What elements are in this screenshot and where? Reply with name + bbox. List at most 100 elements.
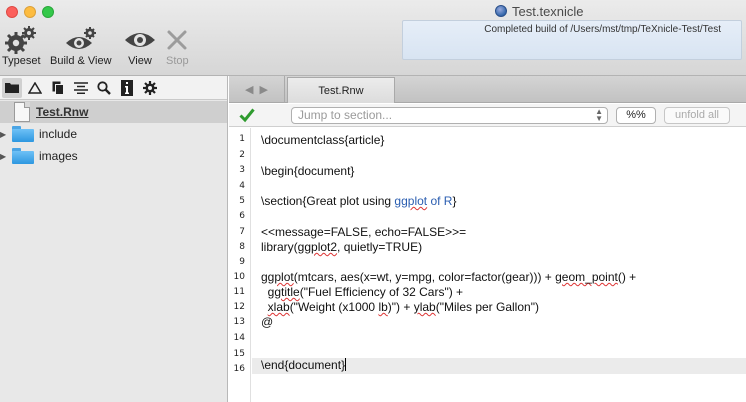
line-number: 6: [239, 211, 245, 221]
window-toolbar: Test.texnicle Completed build of /Users/…: [0, 0, 746, 76]
info-icon: [121, 79, 133, 96]
jump-to-section-select[interactable]: Jump to section... ▲ ▼: [291, 107, 608, 124]
code-text: <<message=FALSE, echo=FALSE>>=: [261, 225, 467, 239]
folder-icon: [12, 148, 34, 164]
line-number: 16: [233, 364, 245, 374]
stop-label: Stop: [166, 55, 189, 67]
tree-item-include[interactable]: ▶ include: [0, 123, 227, 145]
maximize-window-button[interactable]: [42, 6, 54, 18]
code-text: ("Weight (x1000: [289, 300, 379, 314]
typeset-button[interactable]: Typeset: [2, 25, 41, 67]
code-line-12: xlab("Weight (x1000 lb)") + ylab("Miles …: [261, 300, 539, 314]
line-number: 12: [233, 302, 245, 312]
window-title-text: Test.texnicle: [512, 3, 584, 19]
tab-project-files[interactable]: [2, 77, 22, 98]
updown-arrows-icon: ▲ ▼: [595, 107, 603, 123]
line-number: 3: [239, 165, 245, 175]
code-line-8: library(ggplot2, quietly=TRUE): [261, 240, 422, 254]
folder-icon: [5, 83, 19, 93]
tab-documents[interactable]: [48, 78, 68, 98]
line-number: 15: [233, 349, 245, 359]
build-and-view-button[interactable]: Build & View: [50, 25, 112, 67]
file-icon: [14, 102, 30, 122]
text-caret: [345, 358, 347, 371]
forward-arrow-icon[interactable]: ▶: [260, 83, 268, 96]
code-text: @: [261, 315, 274, 329]
code-misspelled: ggtitle: [267, 285, 300, 299]
editor-tab-bar: ◀ ▶ Test.Rnw: [229, 76, 746, 103]
code-text: \end{document}: [261, 358, 346, 372]
line-number: 9: [239, 257, 245, 267]
code-line-3: \begin{document}: [261, 164, 354, 178]
line-number: 13: [233, 317, 245, 327]
project-sidebar: Test.Rnw ▶ include ▶ images: [0, 76, 228, 402]
line-number: 11: [233, 287, 245, 297]
unfold-all-button[interactable]: unfold all: [664, 107, 730, 124]
code-line-10: ggplot(mtcars, aes(x=wt, y=mpg, color=fa…: [261, 270, 636, 284]
tab-settings[interactable]: [140, 78, 160, 98]
disclosure-triangle-icon[interactable]: ▶: [0, 130, 10, 139]
code-line-7: <<message=FALSE, echo=FALSE>>=: [261, 225, 466, 239]
disclosure-triangle-icon[interactable]: ▶: [0, 152, 10, 161]
line-number: 4: [239, 181, 245, 191]
code-keyword: ggplot: [394, 194, 428, 208]
line-number-gutter: 1 2 3 4 5 6 7 8 9 10 11 12 13 14 15 16: [229, 128, 251, 402]
code-text: \documentclass{article}: [261, 133, 385, 147]
line-number: 5: [239, 196, 245, 206]
build-status-text: Completed build of /Users/mst/tmp/TeXnic…: [484, 24, 721, 35]
list-icon: [74, 81, 88, 94]
document-proxy-icon: [495, 5, 507, 17]
code-misspelled: lb: [378, 300, 388, 314]
view-button[interactable]: View: [124, 25, 156, 67]
code-misspelled: ylab: [413, 300, 436, 314]
tree-item-test-rnw[interactable]: Test.Rnw: [0, 101, 227, 123]
view-label: View: [128, 55, 152, 67]
tree-item-label: include: [39, 127, 78, 141]
code-misspelled: ggplot: [261, 270, 294, 284]
code-line-13: @: [261, 315, 273, 329]
folder-icon: [12, 126, 34, 142]
code-text: }: [452, 194, 457, 208]
gear-icon: [143, 80, 157, 95]
line-number: 14: [233, 333, 245, 343]
tab-info[interactable]: [117, 78, 137, 98]
tab-outline[interactable]: [71, 78, 91, 98]
copy-icon: [52, 81, 64, 95]
syntax-ok-checkmark-icon: [239, 107, 255, 126]
code-text: \begin{document}: [261, 164, 355, 178]
tab-label: Test.Rnw: [318, 84, 364, 97]
line-number: 1: [239, 134, 245, 144]
code-text: (mtcars, aes(x=wt, y=mpg, color=factor(g…: [293, 270, 556, 284]
code-text: , quietly=TRUE): [337, 240, 423, 254]
code-editor[interactable]: \documentclass{article} \begin{document}…: [252, 128, 746, 402]
window-title: Test.texnicle: [495, 3, 584, 19]
tab-symbols[interactable]: [25, 78, 45, 98]
percent-label: %%: [626, 109, 646, 121]
tab-search[interactable]: [94, 78, 114, 98]
minimize-window-button[interactable]: [24, 6, 36, 18]
typeset-label: Typeset: [2, 55, 41, 67]
code-text: ("Fuel Efficiency of 32 Cars") +: [299, 285, 464, 299]
code-line-5: \section{Great plot using ggplot of R}: [261, 194, 456, 208]
code-text: ("Miles per Gallon"): [435, 300, 539, 314]
jump-bar: Jump to section... ▲ ▼ %% unfold all: [229, 104, 746, 127]
line-number: 2: [239, 150, 245, 160]
line-number: 10: [233, 272, 245, 282]
tree-item-label: Test.Rnw: [36, 105, 89, 119]
back-arrow-icon[interactable]: ◀: [245, 83, 253, 96]
sidebar-tab-bar: [0, 76, 227, 100]
code-misspelled: geom_point: [555, 270, 618, 284]
triangle-icon: [28, 81, 42, 94]
tab-test-rnw[interactable]: Test.Rnw: [287, 77, 395, 103]
build-status-panel: Completed build of /Users/mst/tmp/TeXnic…: [402, 20, 742, 60]
stop-button[interactable]: Stop: [166, 25, 189, 67]
code-misspelled: ggplot2: [297, 240, 338, 254]
insert-percent-button[interactable]: %%: [616, 107, 656, 124]
tree-item-images[interactable]: ▶ images: [0, 145, 227, 167]
close-window-button[interactable]: [6, 6, 18, 18]
eye-icon: [124, 25, 156, 55]
jump-placeholder: Jump to section...: [298, 108, 393, 122]
code-line-11: ggtitle("Fuel Efficiency of 32 Cars") +: [261, 285, 463, 299]
